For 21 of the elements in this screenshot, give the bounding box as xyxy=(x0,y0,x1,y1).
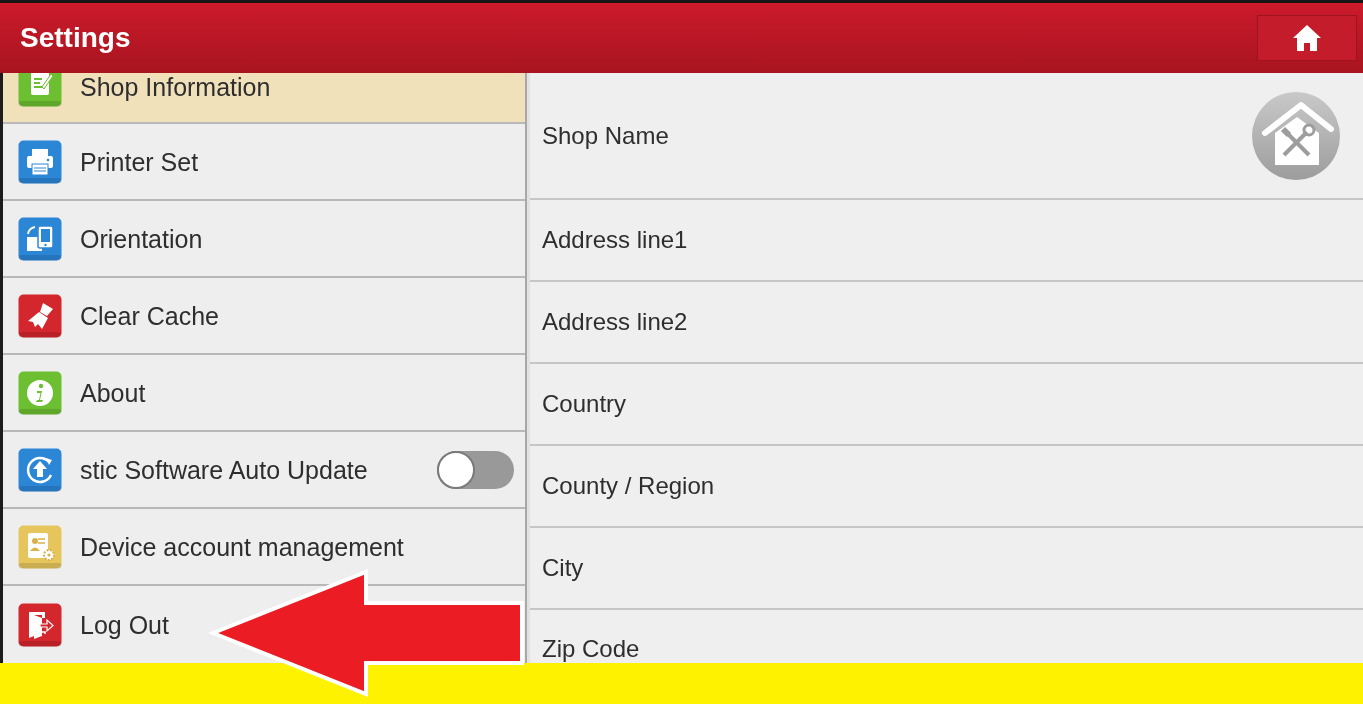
menu-item[interactable]: Shop Information xyxy=(3,73,525,124)
house-tools-icon[interactable] xyxy=(1251,90,1341,181)
form-field[interactable]: Country xyxy=(530,364,1363,446)
printer-icon xyxy=(18,139,62,184)
broom-icon xyxy=(18,293,62,338)
home-icon xyxy=(1292,24,1322,52)
upload-refresh-icon xyxy=(18,447,62,492)
tablet-rotate-icon xyxy=(18,216,62,261)
form-field[interactable]: Address line1 xyxy=(530,200,1363,282)
form-field[interactable]: Zip Code xyxy=(530,610,1363,663)
account-card-gear-icon xyxy=(18,524,62,569)
door-exit-icon xyxy=(18,602,62,647)
form-field[interactable]: City xyxy=(530,528,1363,610)
document-pencil-icon xyxy=(18,73,62,107)
form-field[interactable]: Shop Name xyxy=(530,73,1363,200)
form-field[interactable]: County / Region xyxy=(530,446,1363,528)
form-field[interactable]: Address line2 xyxy=(530,282,1363,364)
toggle-switch[interactable] xyxy=(437,450,514,489)
home-button[interactable] xyxy=(1257,15,1357,61)
window-title: Settings xyxy=(19,21,131,55)
info-icon xyxy=(18,370,62,415)
